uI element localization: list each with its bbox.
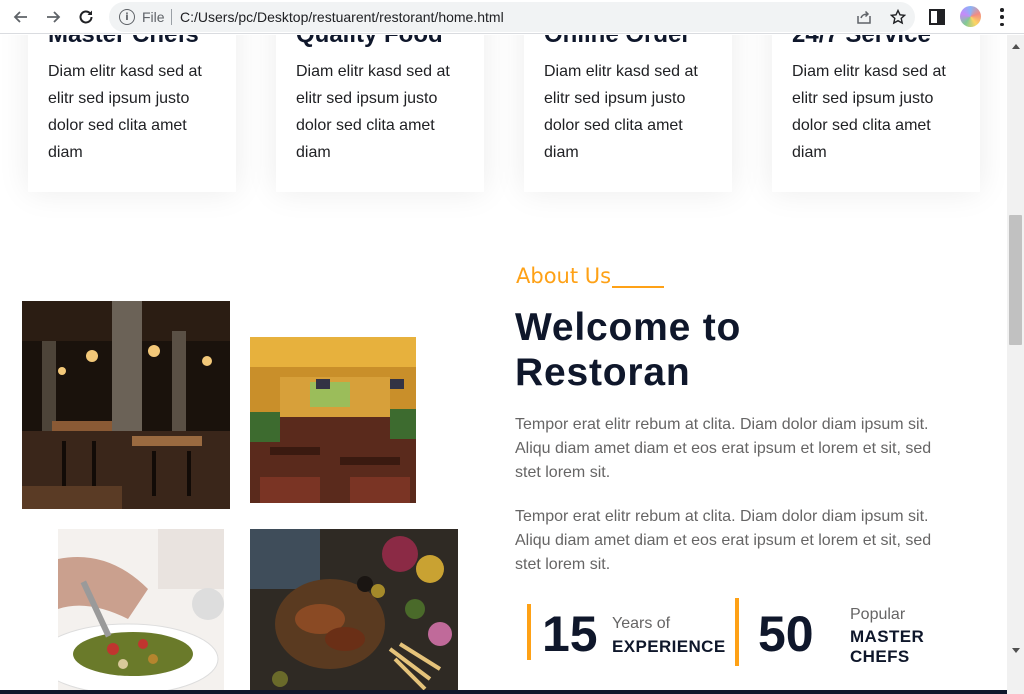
service-card-title: Quality Food (296, 35, 443, 49)
service-card-text: Diam elitr kasd sed at elitr sed ipsum j… (48, 63, 202, 161)
browser-toolbar: i File C:/Users/pc/Desktop/restuarent/re… (0, 0, 1024, 34)
service-card-text: Diam elitr kasd sed at elitr sed ipsum j… (296, 63, 450, 161)
about-paragraph: Tempor erat elitr rebum at clita. Diam d… (515, 416, 932, 481)
grilled-platter-image (250, 529, 458, 694)
share-icon[interactable] (855, 8, 873, 26)
back-arrow-icon[interactable] (9, 5, 33, 29)
stat-accent-bar (735, 598, 739, 666)
scroll-thumb[interactable] (1009, 215, 1022, 345)
scroll-up-arrow-icon[interactable] (1012, 44, 1020, 49)
footer-edge (0, 690, 1007, 694)
salad-plate-image (58, 529, 224, 694)
stat-label-small: Years of (612, 615, 671, 632)
page-scrollbar[interactable] (1007, 35, 1024, 694)
stat-number: 15 (542, 606, 598, 662)
info-icon[interactable]: i (119, 9, 135, 25)
reload-icon[interactable] (74, 5, 98, 29)
stat-number: 50 (758, 606, 814, 662)
about-tag: About Us (516, 264, 612, 288)
stat-label-big: CHEFS (850, 647, 910, 666)
service-card-title: Online Order (544, 35, 691, 49)
stat-label-big: MASTER (850, 627, 925, 646)
scroll-down-arrow-icon[interactable] (1012, 648, 1020, 653)
forward-arrow-icon[interactable] (41, 5, 65, 29)
service-card: Master Chefs Diam elitr kasd sed at elit… (28, 35, 236, 192)
stat-label-small: Popular (850, 606, 906, 623)
url-text[interactable]: C:/Users/pc/Desktop/restuarent/restorant… (180, 9, 504, 25)
page-viewport: Master Chefs Diam elitr kasd sed at elit… (0, 35, 1007, 694)
stat-label-big: EXPERIENCE (612, 637, 726, 656)
stat-accent-bar (527, 604, 531, 660)
url-scheme: File (142, 9, 165, 25)
service-card-title: Master Chefs (48, 35, 199, 49)
bookmark-star-icon[interactable] (889, 8, 907, 26)
url-separator (171, 9, 172, 25)
service-card: Online Order Diam elitr kasd sed at elit… (524, 35, 732, 192)
service-card-text: Diam elitr kasd sed at elitr sed ipsum j… (792, 63, 946, 161)
address-bar[interactable]: i File C:/Users/pc/Desktop/restuarent/re… (109, 2, 915, 32)
service-card: Quality Food Diam elitr kasd sed at elit… (276, 35, 484, 192)
service-card-text: Diam elitr kasd sed at elitr sed ipsum j… (544, 63, 698, 161)
dining-hall-image (250, 337, 416, 503)
side-panel-icon[interactable] (929, 9, 945, 25)
restaurant-interior-image (22, 301, 230, 509)
service-card-title: 24/7 Service (792, 35, 931, 49)
about-paragraph: Tempor erat elitr rebum at clita. Diam d… (515, 508, 932, 573)
about-tag-underline (612, 286, 664, 288)
browser-menu-icon[interactable] (994, 8, 1010, 26)
profile-avatar[interactable] (960, 6, 981, 27)
about-title: Welcome to Restoran (515, 306, 742, 394)
service-card: 24/7 Service Diam elitr kasd sed at elit… (772, 35, 980, 192)
